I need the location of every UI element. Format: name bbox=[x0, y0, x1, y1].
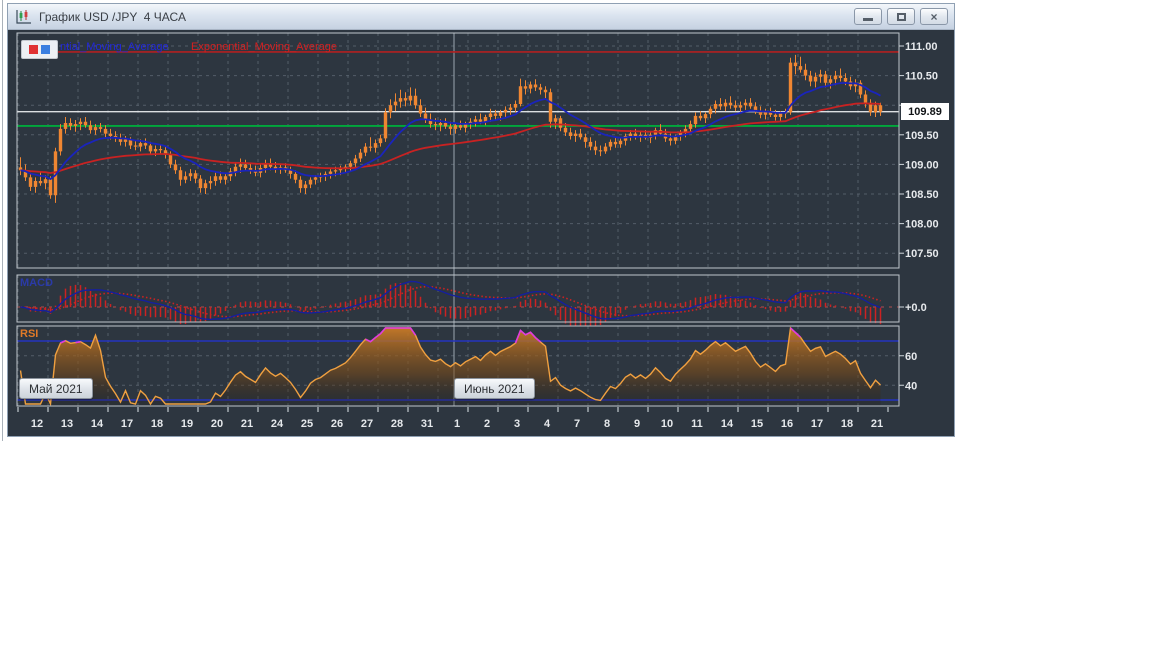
svg-text:18: 18 bbox=[841, 418, 853, 430]
window-title: График USD /JPY 4 ЧАСА bbox=[39, 9, 186, 24]
gridlines bbox=[17, 33, 899, 406]
svg-text:18: 18 bbox=[151, 418, 163, 430]
svg-text:108.00: 108.00 bbox=[905, 219, 939, 231]
svg-text:21: 21 bbox=[871, 418, 883, 430]
svg-text:21: 21 bbox=[241, 418, 253, 430]
svg-text:20: 20 bbox=[211, 418, 223, 430]
minimize-button[interactable] bbox=[854, 8, 882, 25]
svg-text:8: 8 bbox=[604, 418, 610, 430]
indicator-legend-box bbox=[21, 40, 58, 59]
svg-text:108.50: 108.50 bbox=[905, 189, 939, 201]
svg-text:7: 7 bbox=[574, 418, 580, 430]
svg-text:109.50: 109.50 bbox=[905, 130, 939, 142]
price-level-lines bbox=[17, 51, 899, 127]
svg-text:26: 26 bbox=[331, 418, 343, 430]
chart-window: График USD /JPY 4 ЧАСА × 111.00 110.50 109… bbox=[7, 3, 955, 437]
svg-text:31: 31 bbox=[421, 418, 433, 430]
svg-text:24: 24 bbox=[271, 418, 284, 430]
svg-text:14: 14 bbox=[91, 418, 104, 430]
rsi-panel-label: RSI bbox=[20, 328, 39, 340]
macd-histogram bbox=[24, 283, 882, 327]
macd-panel-border bbox=[16, 274, 900, 323]
window-controls: × bbox=[854, 8, 948, 25]
macd-panel-series bbox=[17, 280, 899, 327]
svg-text:110.50: 110.50 bbox=[905, 71, 938, 83]
date-axis: 12 13 14 17 18 19 20 21 24 25 26 27 28 31 1 2 3 4 7 8 9 10 11 1… bbox=[17, 407, 889, 430]
month-tag-june: Июнь 2021 bbox=[454, 378, 535, 399]
svg-text:15: 15 bbox=[751, 418, 763, 430]
svg-text:109.00: 109.00 bbox=[905, 159, 939, 171]
svg-text:60: 60 bbox=[905, 351, 917, 363]
chart-client-area: 111.00 110.50 109.50 109.00 108.50 108.00 107.… bbox=[8, 30, 954, 436]
chart-canvas[interactable]: 111.00 110.50 109.50 109.00 108.50 108.00 107.… bbox=[8, 30, 954, 436]
svg-text:111.00: 111.00 bbox=[905, 41, 937, 53]
svg-text:107.50: 107.50 bbox=[905, 248, 939, 260]
svg-text:12: 12 bbox=[31, 418, 43, 430]
svg-text:28: 28 bbox=[391, 418, 403, 430]
price-axis: 111.00 110.50 109.50 109.00 108.50 108.00 107.… bbox=[899, 41, 939, 392]
svg-text:+0.0: +0.0 bbox=[905, 302, 927, 314]
svg-text:11: 11 bbox=[691, 418, 703, 430]
maximize-icon bbox=[896, 12, 906, 21]
svg-text:19: 19 bbox=[181, 418, 193, 430]
title-bar: График USD /JPY 4 ЧАСА × bbox=[8, 4, 954, 30]
close-button[interactable]: × bbox=[920, 8, 948, 25]
svg-text:9: 9 bbox=[634, 418, 640, 430]
svg-text:3: 3 bbox=[514, 418, 520, 430]
svg-text:27: 27 bbox=[361, 418, 373, 430]
close-icon: × bbox=[930, 9, 938, 24]
minimize-icon bbox=[863, 18, 873, 21]
macd-panel-label: MACD bbox=[20, 277, 53, 289]
svg-text:40: 40 bbox=[905, 380, 917, 392]
red-swatch-icon[interactable] bbox=[29, 45, 38, 54]
svg-text:13: 13 bbox=[61, 418, 73, 430]
background-window-edge bbox=[2, 0, 3, 441]
svg-text:25: 25 bbox=[301, 418, 313, 430]
svg-text:17: 17 bbox=[811, 418, 823, 430]
current-price-tag: 109.89 bbox=[901, 103, 949, 120]
svg-text:14: 14 bbox=[721, 418, 734, 430]
svg-text:17: 17 bbox=[121, 418, 133, 430]
svg-text:1: 1 bbox=[454, 418, 460, 430]
svg-text:2: 2 bbox=[484, 418, 490, 430]
svg-text:4: 4 bbox=[544, 418, 551, 430]
svg-text:10: 10 bbox=[661, 418, 673, 430]
month-tag-may: Май 2021 bbox=[19, 378, 93, 399]
ema-slow-legend-label: Exponential_Moving_Average bbox=[191, 41, 337, 53]
candlestick-series bbox=[18, 54, 883, 203]
svg-text:16: 16 bbox=[781, 418, 793, 430]
maximize-button[interactable] bbox=[887, 8, 915, 25]
blue-swatch-icon[interactable] bbox=[41, 45, 50, 54]
candlestick-chart-icon bbox=[16, 9, 31, 24]
ema-slow-line bbox=[20, 102, 881, 174]
ema-fast-legend-label: ntial_Moving_Average bbox=[60, 41, 169, 53]
